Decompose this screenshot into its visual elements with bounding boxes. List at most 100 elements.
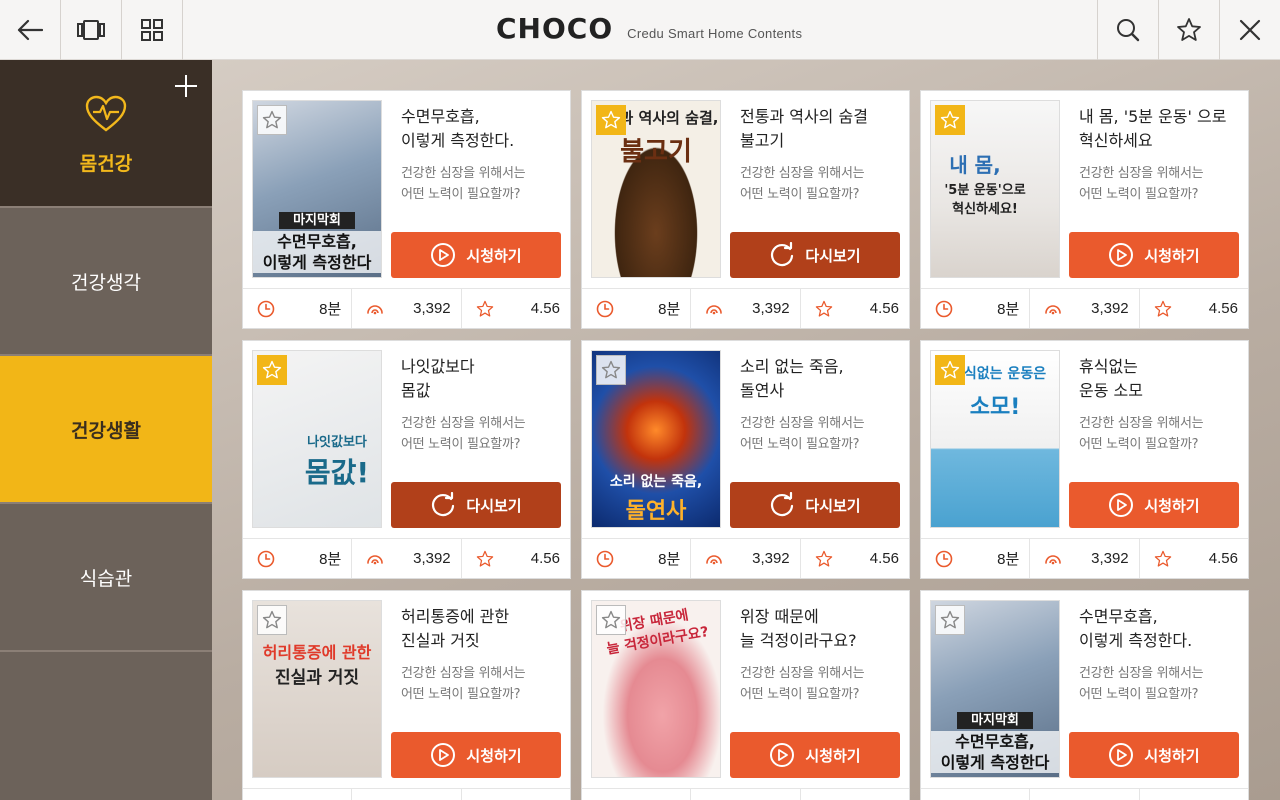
duration-value: 8분: [997, 301, 1020, 318]
content-thumbnail[interactable]: 식없는 운동은 소모!: [930, 350, 1060, 528]
content-card[interactable]: 나잇값보다 몸값! 나잇값보다 몸값 건강한 심장을 위해서는 어떤 노력이 필…: [242, 340, 571, 579]
clock-icon: [596, 300, 614, 317]
content-card[interactable]: 허리통증에 관한 진실과 거짓 허리통증에 관한 진실과 거짓 건강한 심장을 …: [242, 590, 571, 800]
rating-star-icon: [1154, 550, 1171, 567]
favorite-toggle[interactable]: [935, 605, 965, 635]
card-stats: 8분 3,392 4.56: [582, 538, 909, 578]
rating-value: 4.56: [530, 300, 560, 317]
rating-stat: 4.56: [1140, 539, 1248, 578]
sidebar-item-health-living[interactable]: 건강생활: [0, 356, 212, 504]
content-thumbnail[interactable]: 소리 없는 죽음, 돌연사: [591, 350, 721, 528]
content-card[interactable]: 소리 없는 죽음, 돌연사 소리 없는 죽음, 돌연사 건강한 심장을 위해서는…: [581, 340, 910, 579]
replay-button[interactable]: 다시보기: [391, 482, 561, 528]
thumbnail-tag: 돌연사: [625, 499, 687, 524]
brand-logo: CHOCO: [496, 12, 614, 45]
thumbnail-tag: 불고기: [620, 137, 692, 167]
content-thumbnail[interactable]: 위장 때문에 늘 걱정이라구요?: [591, 600, 721, 778]
sidebar-item-health-thinking[interactable]: 건강생각: [0, 208, 212, 356]
add-icon[interactable]: [174, 74, 198, 98]
card-title: 나잇값보다 몸값: [401, 357, 475, 400]
watch-button[interactable]: 시청하기: [1069, 232, 1239, 278]
thumbnail-title: 나잇값보다: [307, 435, 367, 450]
content-thumbnail[interactable]: 과 역사의 숨결, 불고기: [591, 100, 721, 278]
card-title: 내 몸, '5분 운동' 으로 혁신하세요: [1079, 107, 1227, 150]
content-thumbnail[interactable]: 나잇값보다 몸값!: [252, 350, 382, 528]
content-thumbnail[interactable]: 마지막회 수면무호흡, 이렇게 측정한다: [930, 600, 1060, 778]
card-stats: 8분 3,392 4.56: [921, 788, 1248, 800]
content-thumbnail[interactable]: 허리통증에 관한 진실과 거짓: [252, 600, 382, 778]
views-value: 3,392: [1091, 550, 1129, 567]
back-button[interactable]: [0, 0, 61, 60]
back-arrow-icon: [17, 19, 43, 41]
favorite-star-icon: [262, 110, 282, 129]
favorite-toggle[interactable]: [596, 355, 626, 385]
rating-star-icon: [815, 300, 832, 317]
rating-star-icon: [815, 550, 832, 567]
content-card[interactable]: 과 역사의 숨결, 불고기 전통과 역사의 숨결 불고기 건강한 심장을 위해서…: [581, 90, 910, 329]
favorite-toggle[interactable]: [935, 105, 965, 135]
favorite-star-icon: [601, 110, 621, 129]
views-icon: [1045, 304, 1062, 314]
action-label: 다시보기: [805, 496, 861, 515]
views-value: 3,392: [752, 550, 790, 567]
replay-button[interactable]: 다시보기: [730, 482, 900, 528]
sidebar-item-label: 식습관: [79, 567, 133, 590]
views-icon: [1045, 554, 1062, 564]
duration-stat: 8분: [582, 539, 692, 578]
watch-button[interactable]: 시청하기: [391, 232, 561, 278]
content-grid: 마지막회 수면무호흡, 이렇게 측정한다 수면무호흡, 이렇게 측정한다. 건강…: [212, 60, 1280, 800]
content-card[interactable]: 마지막회 수면무호흡, 이렇게 측정한다 수면무호흡, 이렇게 측정한다. 건강…: [242, 90, 571, 329]
carousel-view-button[interactable]: [61, 0, 122, 60]
card-description: 건강한 심장을 위해서는 어떤 노력이 필요할까?: [401, 666, 526, 702]
thumbnail-tag: 소모!: [969, 395, 1021, 420]
views-stat: 3,392: [352, 789, 462, 800]
favorite-toggle[interactable]: [257, 605, 287, 635]
card-stats: 8분 3,392 4.56: [582, 288, 909, 328]
thumbnail-title: 수면무호흡, 이렇게 측정한다: [253, 231, 381, 273]
duration-stat: 8분: [921, 539, 1031, 578]
rating-stat: 4.56: [1140, 289, 1248, 328]
content-card[interactable]: 식없는 운동은 소모! 휴식없는 운동 소모 건강한 심장을 위해서는 어떤 노…: [920, 340, 1249, 579]
watch-button[interactable]: 시청하기: [730, 732, 900, 778]
content-card[interactable]: 마지막회 수면무호흡, 이렇게 측정한다 수면무호흡, 이렇게 측정한다. 건강…: [920, 590, 1249, 800]
favorite-star-icon: [601, 610, 621, 629]
grid-view-button[interactable]: [122, 0, 183, 60]
thumbnail-title: 과 역사의 숨결,: [619, 109, 719, 127]
views-icon: [367, 304, 384, 314]
content-thumbnail[interactable]: 마지막회 수면무호흡, 이렇게 측정한다: [252, 100, 382, 278]
favorite-toggle[interactable]: [596, 105, 626, 135]
rating-value: 4.56: [1208, 550, 1238, 567]
clock-icon: [257, 550, 275, 567]
content-card[interactable]: 위장 때문에 늘 걱정이라구요? 위장 때문에 늘 걱정이라구요? 건강한 심장…: [581, 590, 910, 800]
favorite-toggle[interactable]: [596, 605, 626, 635]
card-description: 건강한 심장을 위해서는 어떤 노력이 필요할까?: [401, 416, 526, 452]
favorites-button[interactable]: [1158, 0, 1219, 60]
close-button[interactable]: [1219, 0, 1280, 60]
play-icon: [770, 743, 795, 767]
rating-value: 4.56: [530, 550, 560, 567]
content-card[interactable]: 내 몸, '5분 운동'으로 혁신하세요! 내 몸, '5분 운동' 으로 혁신…: [920, 90, 1249, 329]
sidebar-item-body-health[interactable]: 몸건강: [0, 60, 212, 208]
search-button[interactable]: [1097, 0, 1158, 60]
heart-pulse-icon: [85, 95, 127, 132]
views-icon: [706, 554, 723, 564]
replay-button[interactable]: 다시보기: [730, 232, 900, 278]
card-description: 건강한 심장을 위해서는 어떤 노력이 필요할까?: [401, 166, 526, 202]
watch-button[interactable]: 시청하기: [1069, 482, 1239, 528]
favorite-toggle[interactable]: [935, 355, 965, 385]
action-label: 다시보기: [805, 246, 861, 265]
favorite-toggle[interactable]: [257, 355, 287, 385]
content-thumbnail[interactable]: 내 몸, '5분 운동'으로 혁신하세요!: [930, 100, 1060, 278]
views-stat: 3,392: [1030, 289, 1140, 328]
duration-stat: 8분: [921, 289, 1031, 328]
favorite-toggle[interactable]: [257, 105, 287, 135]
watch-button[interactable]: 시청하기: [1069, 732, 1239, 778]
sidebar-item-eating-habits[interactable]: 식습관: [0, 504, 212, 652]
action-label: 시청하기: [805, 746, 861, 765]
card-title: 수면무호흡, 이렇게 측정한다.: [401, 107, 515, 150]
views-value: 3,392: [752, 300, 790, 317]
watch-button[interactable]: 시청하기: [391, 732, 561, 778]
rating-stat: 4.56: [462, 539, 570, 578]
duration-stat: 8분: [582, 289, 692, 328]
card-description: 건강한 심장을 위해서는 어떤 노력이 필요할까?: [740, 166, 865, 202]
